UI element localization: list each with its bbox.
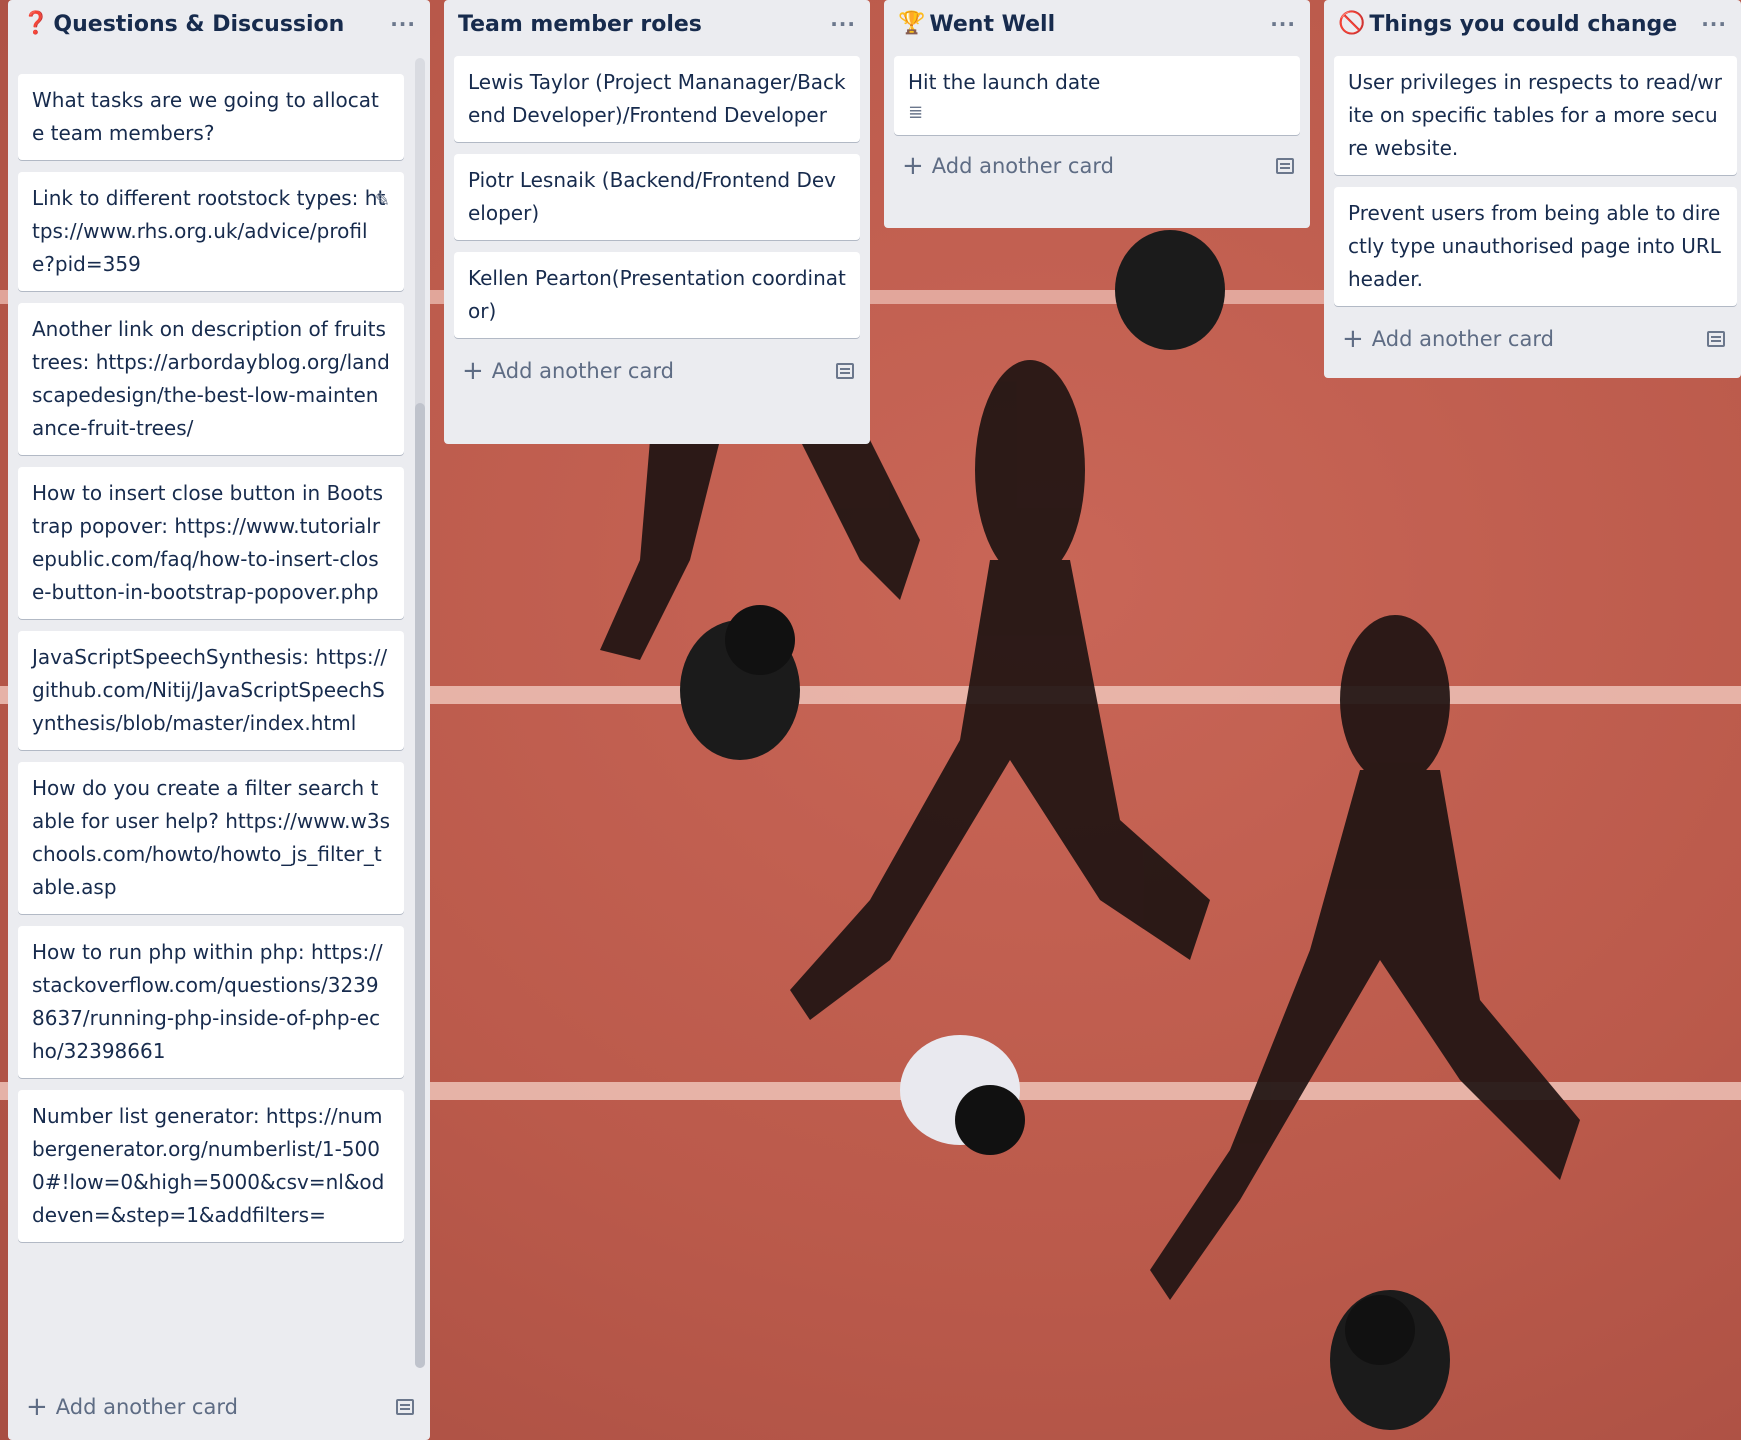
list-title-text: Things you could change — [1369, 11, 1678, 37]
more-options-icon[interactable]: ··· — [1701, 12, 1727, 36]
card-text: What tasks are we going to allocate team… — [32, 88, 379, 145]
card-text: How do you create a filter search table … — [32, 776, 390, 899]
description-icon: ≣ — [908, 102, 924, 123]
plus-icon: + — [1342, 324, 1364, 354]
list-went-well: 🏆 Went Well ··· Hit the launch date ≣ + … — [884, 0, 1310, 228]
list-header: Team member roles ··· — [444, 0, 870, 46]
card-template-icon[interactable] — [1276, 158, 1294, 174]
plus-icon: + — [902, 151, 924, 181]
card-text: How to run php within php: https://stack… — [32, 940, 383, 1063]
add-card-label: Add another card — [55, 1395, 238, 1419]
card-list: User privileges in respects to read/writ… — [1324, 56, 1741, 306]
card[interactable]: Prevent users from being able to directl… — [1334, 187, 1737, 306]
card-text: Lewis Taylor (Project Mananager/Backend … — [468, 70, 846, 127]
card[interactable]: Another link on description of fruits tr… — [18, 303, 404, 455]
card-text: Piotr Lesnaik (Backend/Frontend Develope… — [468, 168, 836, 225]
card-list: What tasks are we going to allocate team… — [8, 74, 430, 1242]
add-card-label: Add another card — [491, 359, 674, 383]
plus-icon: + — [462, 356, 484, 386]
list-title[interactable]: 🏆 Went Well — [898, 12, 1055, 37]
card-text: Number list generator: https://numbergen… — [32, 1104, 385, 1227]
more-options-icon[interactable]: ··· — [1270, 12, 1296, 36]
list-title[interactable]: Team member roles — [458, 12, 702, 37]
card[interactable]: What tasks are we going to allocate team… — [18, 74, 404, 160]
add-card-button[interactable]: + Add another card — [902, 153, 1114, 179]
add-card-button[interactable]: + Add another card — [26, 1394, 238, 1420]
card[interactable]: Lewis Taylor (Project Mananager/Backend … — [454, 56, 860, 142]
pencil-icon[interactable]: ✎ — [375, 184, 390, 217]
list-title[interactable]: 🚫 Things you could change — [1338, 12, 1677, 37]
card-text: Another link on description of fruits tr… — [32, 317, 390, 440]
more-options-icon[interactable]: ··· — [830, 12, 856, 36]
card[interactable]: Number list generator: https://numbergen… — [18, 1090, 404, 1242]
card[interactable]: How do you create a filter search table … — [18, 762, 404, 914]
card-text: Link to different rootstock types: https… — [32, 186, 386, 276]
list-title-text: Went Well — [929, 11, 1056, 37]
card[interactable]: JavaScriptSpeechSynthesis: https://githu… — [18, 631, 404, 750]
scrollbar-track[interactable] — [415, 58, 425, 1368]
add-card-row[interactable]: + Add another card — [8, 1382, 430, 1432]
card-text: Kellen Pearton(Presentation coordinator) — [468, 266, 846, 323]
card-list: Hit the launch date ≣ — [884, 56, 1310, 135]
card-template-icon[interactable] — [1707, 331, 1725, 347]
list-team-member-roles: Team member roles ··· Lewis Taylor (Proj… — [444, 0, 870, 444]
card-text: JavaScriptSpeechSynthesis: https://githu… — [32, 645, 388, 735]
no-entry-icon: 🚫 — [1338, 11, 1366, 36]
list-title[interactable]: ❓ Questions & Discussion — [22, 12, 344, 37]
card-list: Lewis Taylor (Project Mananager/Backend … — [444, 56, 870, 338]
add-card-button[interactable]: + Add another card — [1342, 326, 1554, 352]
list-header: 🏆 Went Well ··· — [884, 0, 1310, 46]
add-card-row[interactable]: + Add another card — [884, 141, 1310, 191]
card[interactable]: User privileges in respects to read/writ… — [1334, 56, 1737, 175]
list-questions-discussion: ❓ Questions & Discussion ··· What tasks … — [8, 0, 430, 1440]
question-mark-icon: ❓ — [22, 11, 50, 36]
card[interactable]: Link to different rootstock types: https… — [18, 172, 404, 291]
card-text: How to insert close button in Bootstrap … — [32, 481, 384, 604]
card-text: Hit the launch date — [908, 70, 1101, 94]
list-title-text: Questions & Discussion — [53, 11, 345, 37]
card-template-icon[interactable] — [836, 363, 854, 379]
card[interactable]: Hit the launch date ≣ — [894, 56, 1300, 135]
add-card-row[interactable]: + Add another card — [444, 346, 870, 396]
card[interactable]: How to run php within php: https://stack… — [18, 926, 404, 1078]
list-things-you-could-change: 🚫 Things you could change ··· User privi… — [1324, 0, 1741, 378]
card-text: User privileges in respects to read/writ… — [1348, 70, 1722, 160]
more-options-icon[interactable]: ··· — [390, 12, 416, 36]
plus-icon: + — [26, 1392, 48, 1422]
card[interactable]: How to insert close button in Bootstrap … — [18, 467, 404, 619]
add-card-label: Add another card — [1371, 327, 1554, 351]
card[interactable]: Piotr Lesnaik (Backend/Frontend Develope… — [454, 154, 860, 240]
card-template-icon[interactable] — [396, 1399, 414, 1415]
trophy-icon: 🏆 — [898, 11, 926, 36]
card-text: Prevent users from being able to directl… — [1348, 201, 1721, 291]
add-card-label: Add another card — [931, 154, 1114, 178]
card[interactable]: Kellen Pearton(Presentation coordinator) — [454, 252, 860, 338]
add-card-button[interactable]: + Add another card — [462, 358, 674, 384]
list-header: 🚫 Things you could change ··· — [1324, 0, 1741, 46]
scrollbar-thumb[interactable] — [415, 403, 425, 1368]
list-title-text: Team member roles — [458, 11, 702, 37]
list-header: ❓ Questions & Discussion ··· — [8, 0, 430, 46]
add-card-row[interactable]: + Add another card — [1324, 314, 1741, 364]
